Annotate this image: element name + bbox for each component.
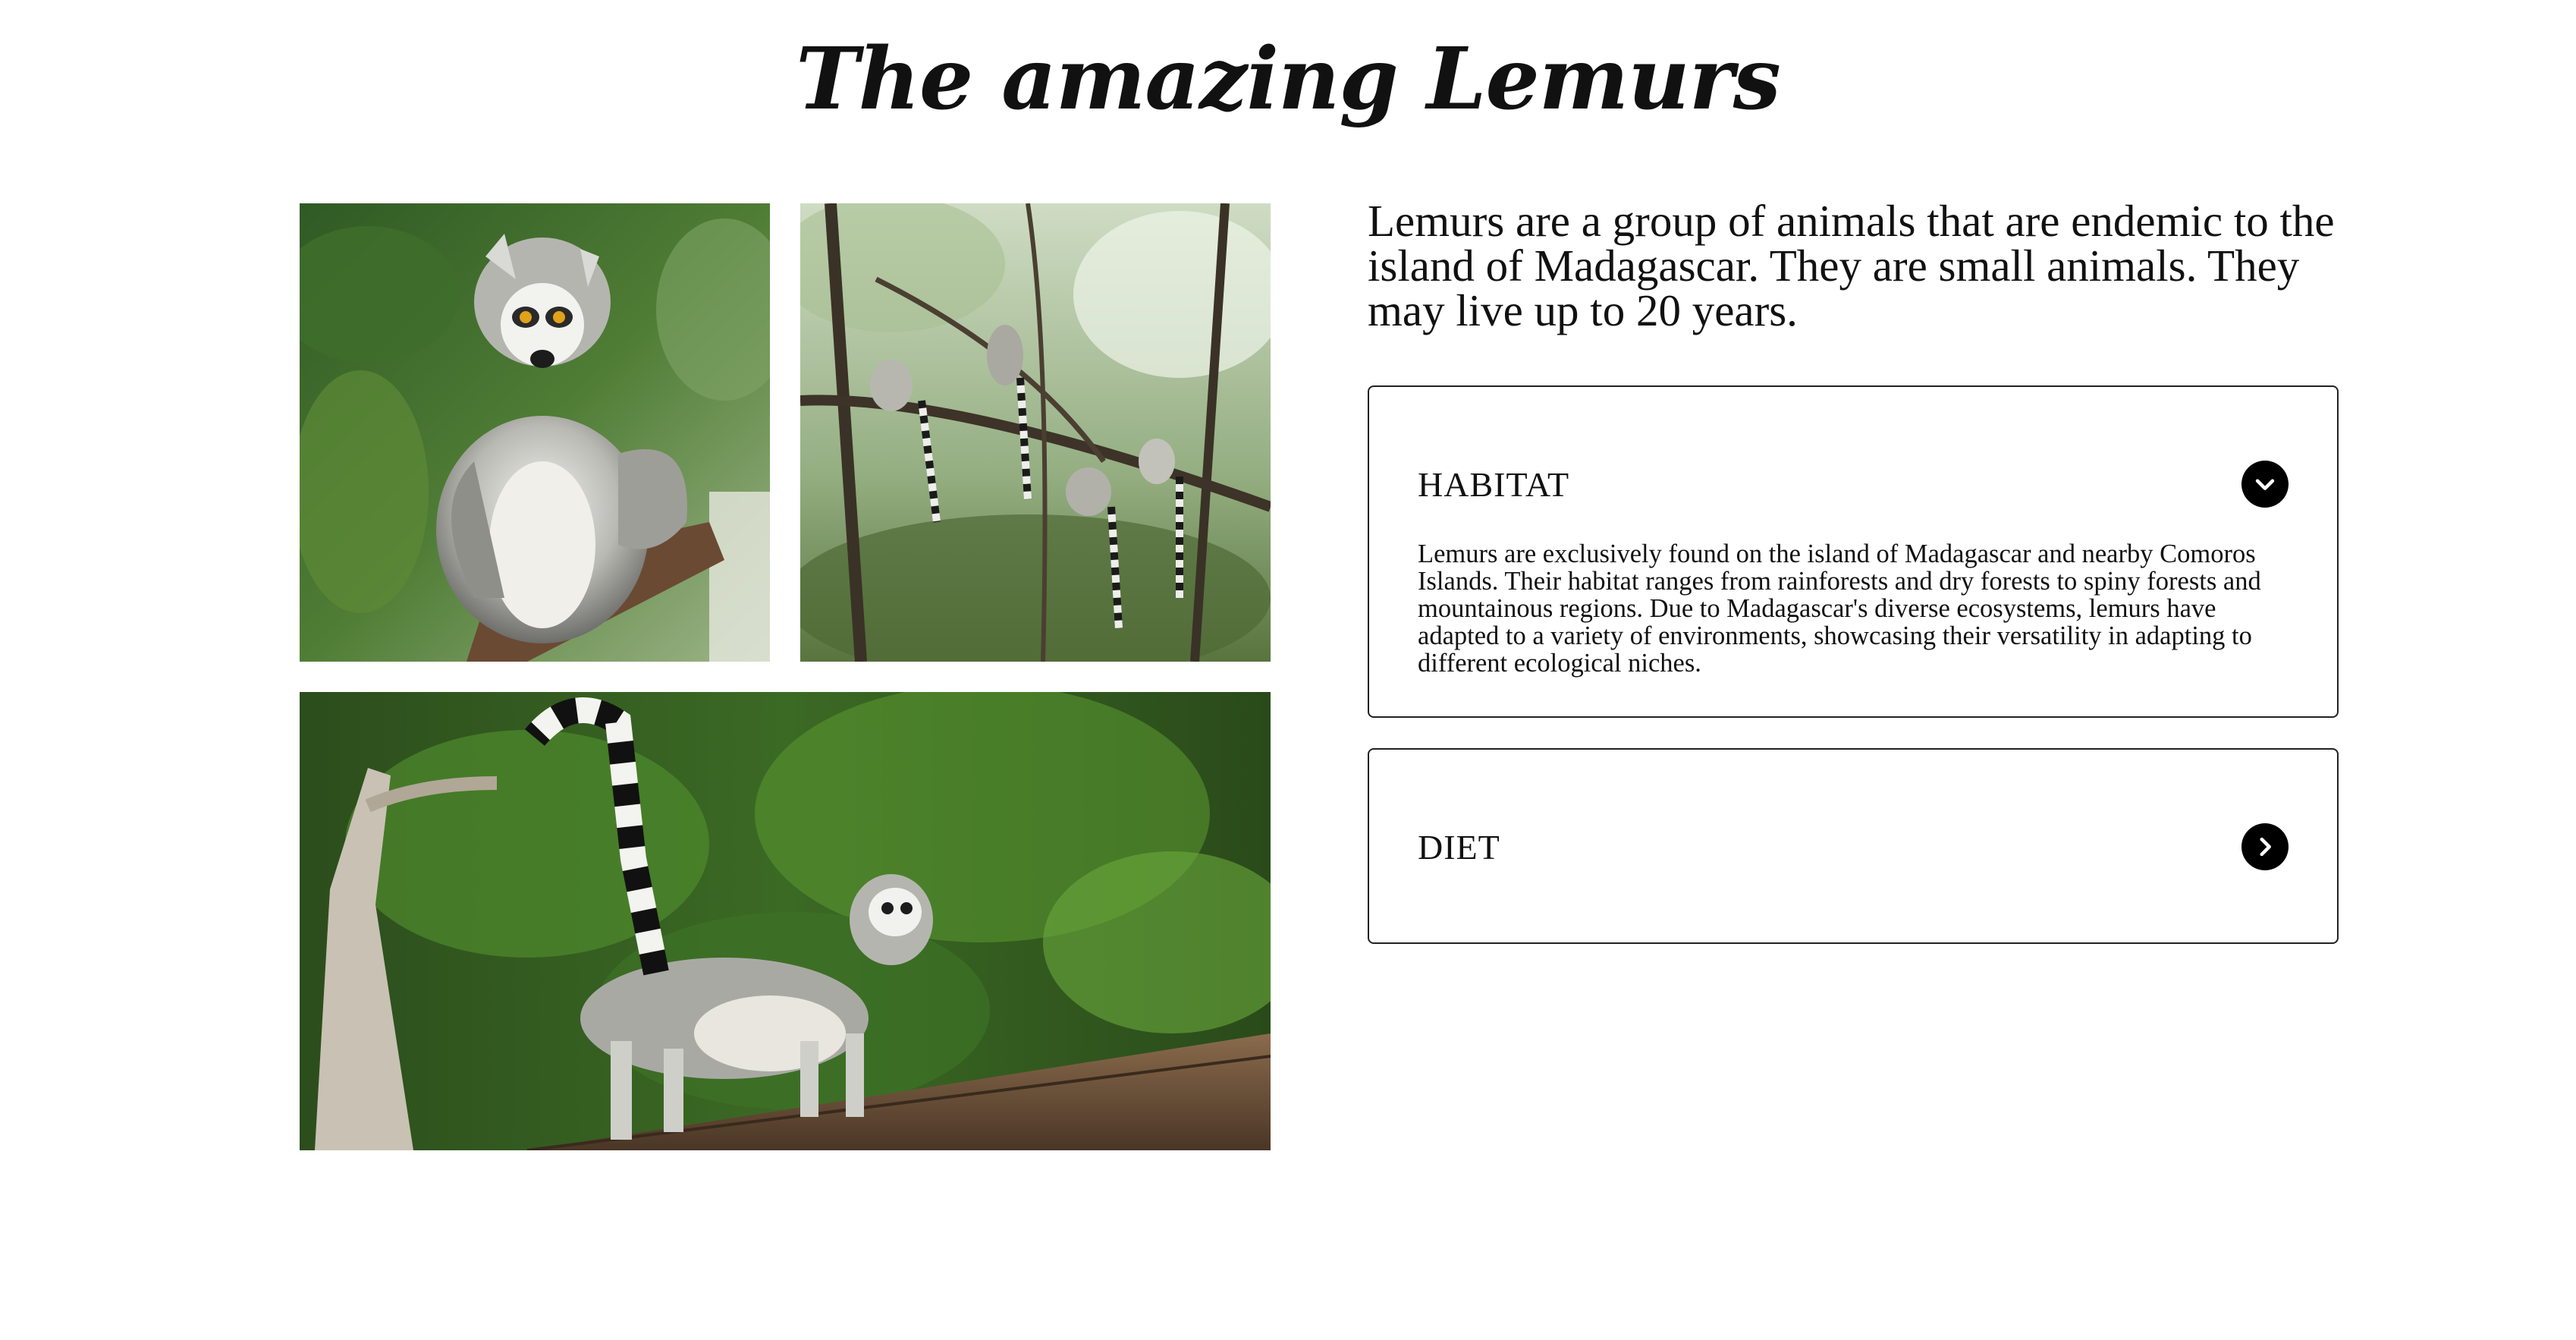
lemurs-in-trees-photo	[800, 203, 1271, 662]
accordion-item-habitat: HABITAT Lemurs are exclusively found on …	[1368, 385, 2339, 718]
chevron-right-icon[interactable]	[2241, 823, 2289, 870]
accordion-title-diet: DIET	[1418, 827, 1500, 867]
page: The amazing Lemurs Lemurs are a group of…	[0, 0, 2576, 1340]
accordion-body-habitat: Lemurs are exclusively found on the isla…	[1418, 539, 2261, 678]
chevron-down-icon[interactable]	[2241, 461, 2289, 508]
lemur-sitting-photo	[300, 203, 770, 662]
lemur-walking-photo	[300, 692, 1271, 1150]
accordion-header-habitat[interactable]: HABITAT	[1418, 460, 2289, 508]
intro-text: Lemurs are a group of animals that are e…	[1368, 196, 2335, 335]
accordion-item-diet: DIET	[1368, 748, 2339, 944]
accordion-title-habitat: HABITAT	[1418, 464, 1570, 504]
page-title: The amazing Lemurs	[796, 30, 1781, 129]
accordion-header-diet[interactable]: DIET	[1418, 823, 2289, 871]
